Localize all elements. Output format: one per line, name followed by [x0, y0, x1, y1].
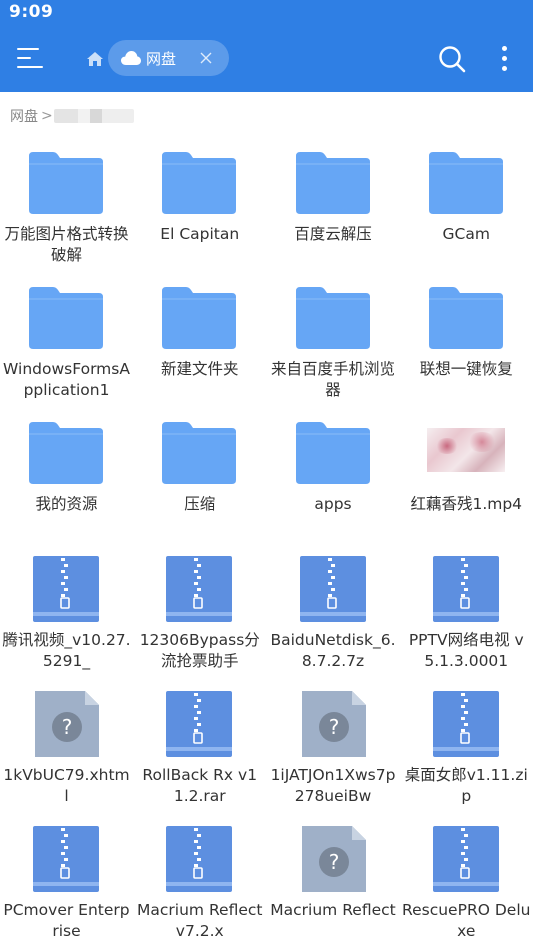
tab-label: 网盘 [146, 50, 177, 68]
home-icon[interactable] [86, 50, 104, 68]
file-item-archive[interactable]: 腾讯视频_v10.27.5291_ [0, 546, 133, 682]
unknown-file-icon: ? [294, 826, 372, 892]
file-item-folder[interactable]: GCam [400, 140, 533, 276]
video-thumbnail [426, 428, 505, 473]
zip-archive-icon [427, 826, 505, 892]
file-item-archive[interactable]: RescuePRO Deluxe [400, 816, 533, 947]
file-item-folder[interactable]: 我的资源 [0, 410, 133, 546]
file-name: 12306Bypass分流抢票助手 [139, 630, 260, 670]
file-name: 万能图片格式转换破解 [4, 225, 129, 264]
more-options-icon[interactable] [495, 44, 515, 74]
close-icon[interactable] [200, 52, 212, 64]
file-item-folder[interactable]: apps [267, 410, 400, 546]
file-name: PPTV网络电视 v5.1.3.0001 [408, 630, 524, 670]
file-name: BaiduNetdisk_6.8.7.2.7z [270, 630, 396, 670]
breadcrumb: 网盘 > [10, 106, 134, 126]
folder-icon [427, 285, 505, 351]
file-name: El Capitan [160, 225, 240, 243]
zip-archive-icon [27, 826, 105, 892]
breadcrumb-root[interactable]: 网盘 [10, 106, 38, 126]
file-item-unknown[interactable]: ? 1iJATJOn1Xws7p278ueiBw [267, 681, 400, 817]
file-item-archive[interactable]: 桌面女郎v1.11.zip [400, 681, 533, 817]
breadcrumb-redacted-path[interactable] [53, 109, 134, 123]
zip-archive-icon [160, 826, 238, 892]
svg-text:?: ? [62, 715, 73, 739]
unknown-file-icon: ? [27, 690, 105, 757]
folder-icon [427, 150, 505, 216]
svg-text:?: ? [328, 715, 339, 739]
folder-icon [160, 420, 238, 486]
unknown-file-icon: ? [294, 690, 372, 757]
file-name: 新建文件夹 [160, 360, 239, 379]
file-name: 1iJATJOn1Xws7p278ueiBw [270, 765, 396, 805]
folder-icon [27, 150, 105, 216]
folder-icon [160, 150, 238, 216]
file-name: apps [314, 495, 352, 514]
file-item-folder[interactable]: 来自百度手机浏览器 [267, 275, 400, 411]
file-name: 红藕香残1.mp4 [410, 495, 523, 514]
file-name: 百度云解压 [294, 225, 372, 243]
file-name: RollBack Rx v11.2.rar [142, 765, 258, 805]
file-item-unknown[interactable]: ? Macrium Reflect [267, 816, 400, 947]
file-name: Macrium Reflect [270, 901, 396, 919]
folder-icon [294, 420, 372, 486]
file-name: 联想一键恢复 [419, 360, 513, 379]
file-name: WindowsFormsApplication1 [3, 360, 130, 400]
zip-archive-icon [427, 555, 505, 622]
zip-archive-icon [27, 555, 105, 622]
file-name: 腾讯视频_v10.27.5291_ [2, 630, 131, 670]
file-name: 压缩 [184, 495, 216, 514]
file-name: RescuePRO Deluxe [402, 901, 531, 940]
file-name: 来自百度手机浏览器 [270, 360, 395, 400]
folder-icon [27, 420, 105, 486]
file-name: GCam [442, 225, 490, 243]
folder-icon [294, 150, 372, 216]
folder-icon [27, 285, 105, 351]
file-item-archive[interactable]: BaiduNetdisk_6.8.7.2.7z [267, 546, 400, 682]
app-header: 9:09 网盘 [0, 0, 533, 92]
cloud-icon [121, 51, 141, 65]
file-item-folder[interactable]: WindowsFormsApplication1 [0, 275, 133, 411]
file-item-folder[interactable]: El Capitan [133, 140, 266, 276]
status-time: 9:09 [9, 2, 54, 22]
file-item-archive[interactable]: PPTV网络电视 v5.1.3.0001 [400, 546, 533, 682]
file-item-archive[interactable]: PCmover Enterprise [0, 816, 133, 947]
file-name: PCmover Enterprise [3, 901, 130, 940]
file-item-folder[interactable]: 压缩 [133, 410, 266, 546]
file-name: Macrium Reflect v7.2.x [137, 901, 263, 940]
file-name: 我的资源 [35, 495, 98, 514]
file-item-archive[interactable]: 12306Bypass分流抢票助手 [133, 546, 266, 682]
svg-text:?: ? [328, 850, 339, 874]
file-name: 1kVbUC79.xhtml [3, 765, 130, 805]
search-icon[interactable] [438, 45, 466, 73]
file-name: 桌面女郎v1.11.zip [404, 765, 528, 805]
file-item-folder[interactable]: 新建文件夹 [133, 275, 266, 411]
file-item-archive[interactable]: RollBack Rx v11.2.rar [133, 681, 266, 817]
zip-archive-icon [160, 690, 238, 757]
file-item-folder[interactable]: 联想一键恢复 [400, 275, 533, 411]
file-item-archive[interactable]: Macrium Reflect v7.2.x [133, 816, 266, 947]
menu-icon[interactable] [17, 48, 43, 70]
file-item-video[interactable]: 红藕香残1.mp4 [400, 410, 533, 546]
tab-netdisk[interactable]: 网盘 [108, 40, 229, 76]
folder-icon [160, 285, 238, 351]
file-item-unknown[interactable]: ? 1kVbUC79.xhtml [0, 681, 133, 817]
file-item-folder[interactable]: 万能图片格式转换破解 [0, 140, 133, 276]
zip-archive-icon [427, 690, 505, 757]
folder-icon [294, 285, 372, 351]
breadcrumb-separator: > [41, 108, 53, 124]
file-item-folder[interactable]: 百度云解压 [267, 140, 400, 276]
zip-archive-icon [160, 555, 238, 622]
zip-archive-icon [294, 555, 372, 622]
